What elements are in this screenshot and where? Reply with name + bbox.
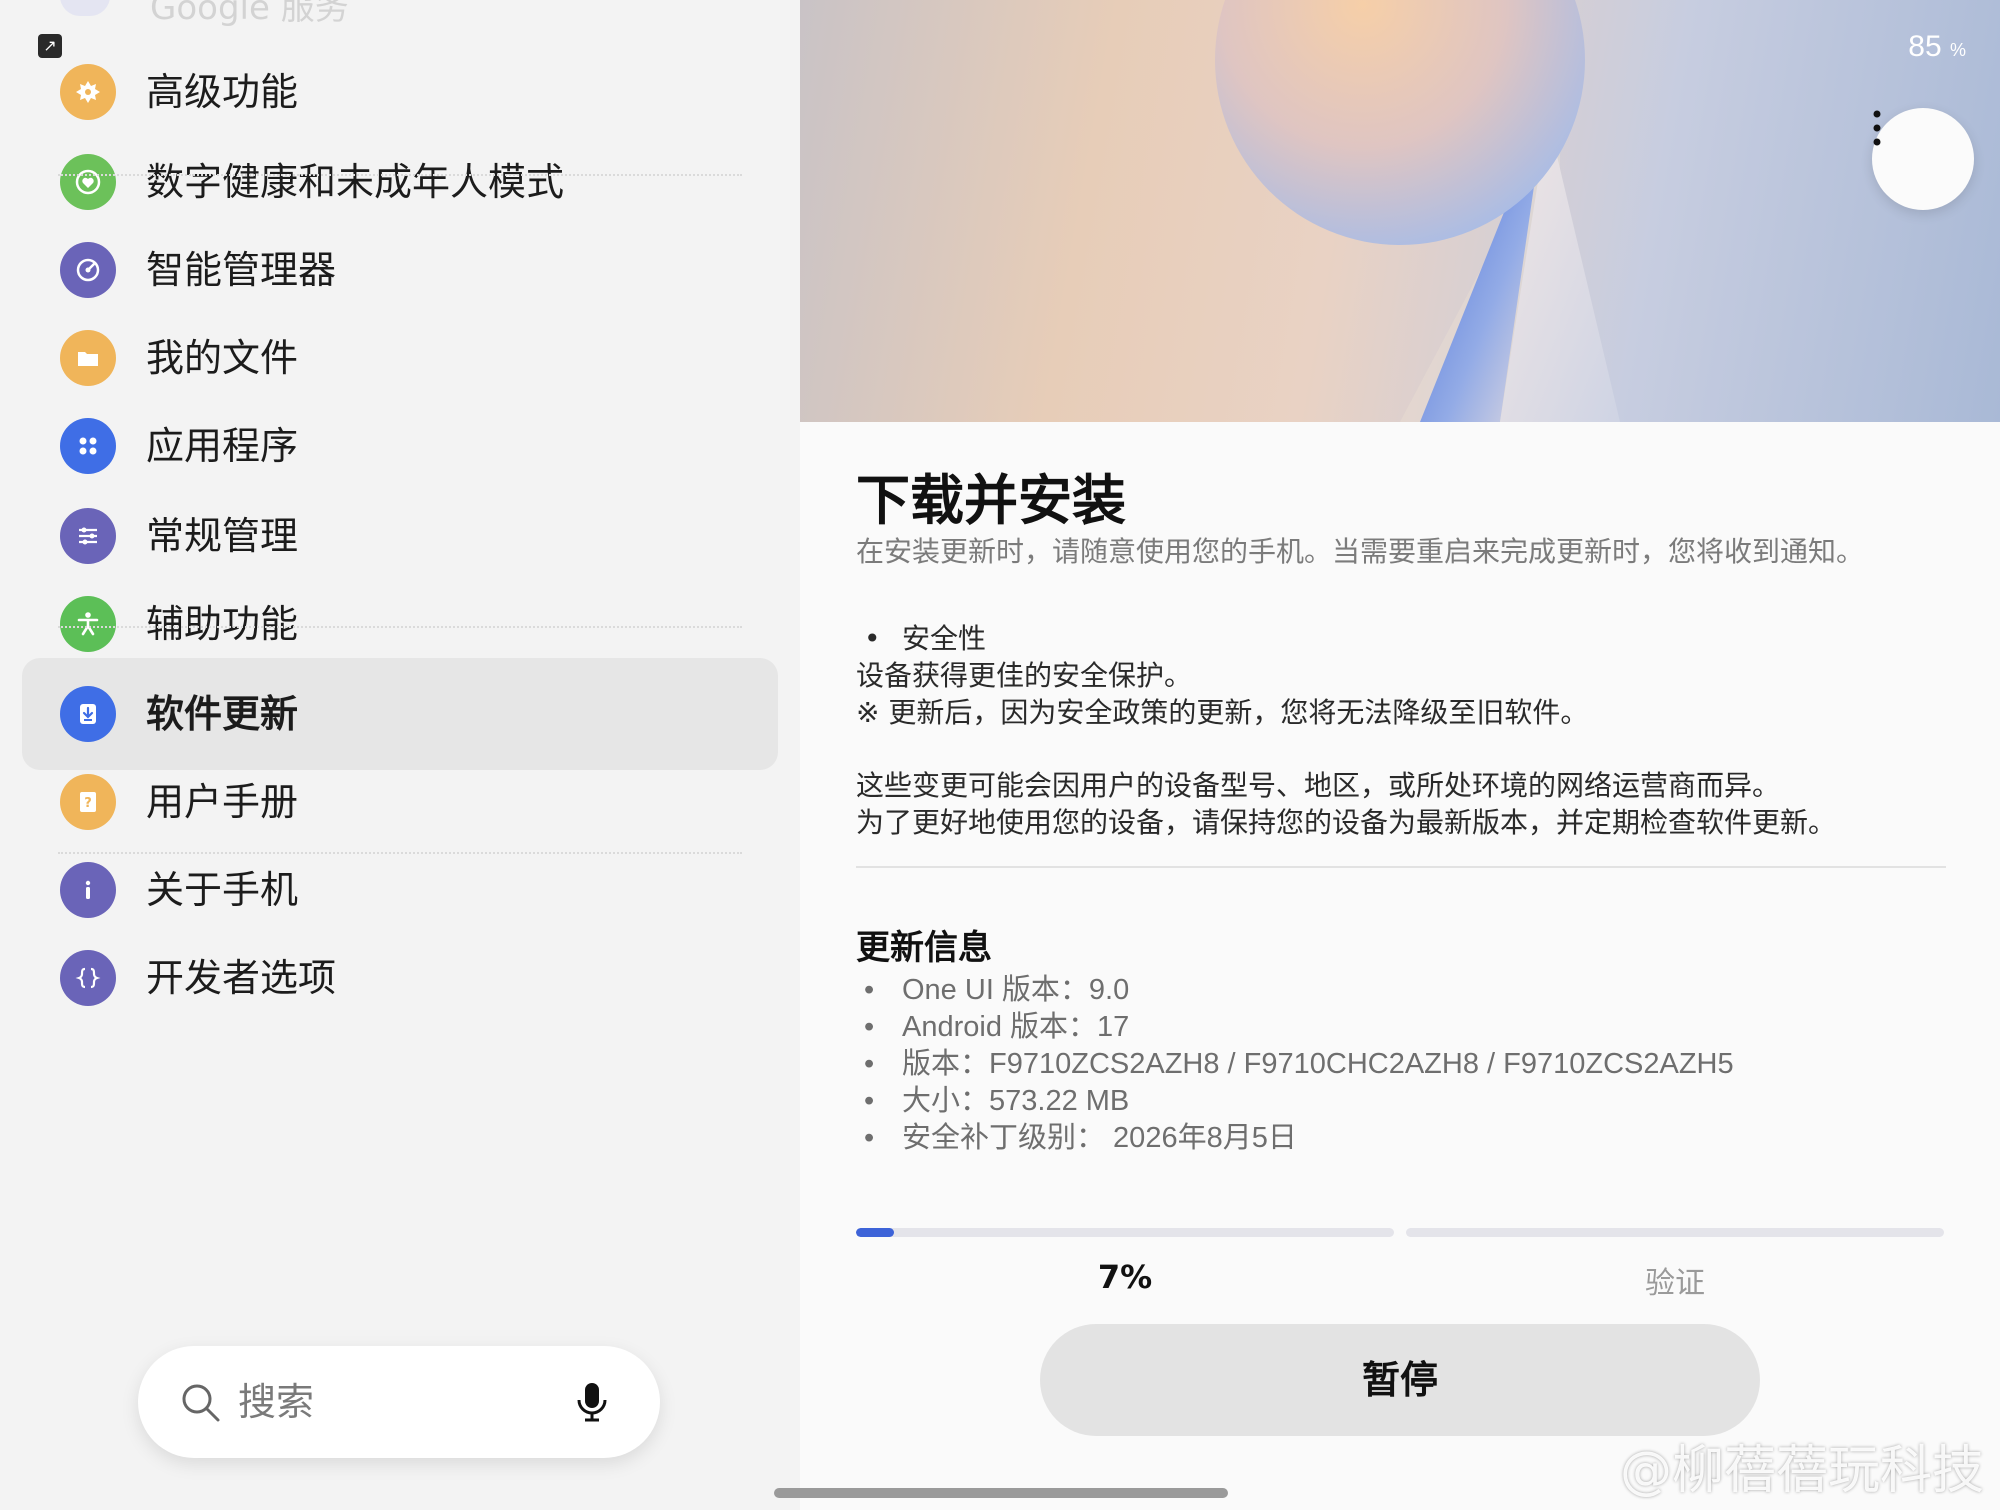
general-management-icon — [60, 508, 116, 564]
release-notes: 安全性 设备获得更佳的安全保护。 ※ 更新后，因为安全政策的更新，您将无法降级至… — [856, 620, 1836, 841]
battery-indicator: 85 % — [1908, 30, 1966, 64]
release-note-line: 为了更好地使用您的设备，请保持您的设备为最新版本，并定期检查软件更新。 — [856, 806, 1837, 839]
settings-sidebar: Google 服务 ↗ 高级功能 数字健康和未成年人模式 智能管理器 我的文件 应用程序… — [0, 0, 800, 1510]
microphone-icon[interactable] — [570, 1380, 614, 1424]
release-note-bullet: 安全性 — [856, 620, 1836, 657]
release-note-line: 设备获得更佳的安全保护。 — [856, 659, 1193, 692]
search-bar[interactable]: 搜索 — [138, 1346, 660, 1458]
page-title: 下载并安装 — [856, 469, 1126, 532]
divider — [58, 174, 742, 176]
search-icon — [182, 1384, 220, 1422]
verify-progress-bar — [1406, 1228, 1944, 1237]
download-progress-bar — [856, 1228, 1394, 1237]
battery-unit: % — [1949, 40, 1966, 60]
user-manual-icon: ? — [60, 774, 116, 830]
digital-wellbeing-icon — [60, 154, 116, 210]
google-services-icon — [60, 0, 110, 16]
update-info-item: 安全补丁级别： 2026年8月5日 — [856, 1120, 1734, 1157]
verify-label: 验证 — [1645, 1266, 1705, 1301]
partially-hidden-item[interactable]: Google 服务 — [60, 0, 560, 28]
page-subtitle: 在安装更新时，请随意使用您的手机。当需要重启来完成更新时，您将收到通知。 — [856, 535, 1865, 568]
divider — [58, 852, 742, 854]
release-note-line: 这些变更可能会因用户的设备型号、地区，或所处环境的网络运营商而异。 — [856, 769, 1781, 802]
pause-button[interactable]: 暂停 — [1040, 1324, 1760, 1436]
hero-wallpaper: 85 % — [800, 0, 2000, 422]
update-info-item: 版本：F9710ZCS2AZH8 / F9710CHC2AZH8 / F9710… — [856, 1046, 1734, 1083]
update-info-item: Android 版本：17 — [856, 1009, 1734, 1046]
info-icon — [60, 862, 116, 918]
device-care-icon — [60, 242, 116, 298]
home-indicator[interactable] — [774, 1488, 1228, 1498]
download-progress-label: 7% — [1097, 1258, 1153, 1296]
watermark: @柳蓓蓓玩科技 — [1619, 1441, 1984, 1501]
update-info-item: 大小：573.22 MB — [856, 1083, 1734, 1120]
settings-item[interactable]: 开发者选项 — [22, 922, 778, 1034]
folder-icon — [60, 330, 116, 386]
accessibility-icon — [60, 596, 116, 652]
download-progress-fill — [856, 1228, 894, 1237]
developer-options-icon — [60, 950, 116, 1006]
update-info-item: One UI 版本：9.0 — [856, 972, 1734, 1009]
apps-icon — [60, 418, 116, 474]
hero-graphic — [1215, 0, 1620, 422]
svg-text:?: ? — [84, 796, 92, 811]
settings-item-label: 开发者选项 — [146, 956, 337, 1000]
release-note-line: ※ 更新后，因为安全政策的更新，您将无法降级至旧软件。 — [856, 696, 1589, 729]
update-info-list: One UI 版本：9.0Android 版本：17版本：F9710ZCS2AZ… — [856, 972, 1734, 1157]
more-options-button[interactable] — [1872, 108, 1974, 210]
divider — [856, 866, 1946, 868]
divider — [58, 626, 742, 628]
update-info-title: 更新信息 — [856, 928, 992, 968]
advanced-features-icon — [60, 64, 116, 120]
more-vertical-icon — [1873, 110, 1881, 146]
software-update-panel: 85 % 下载并安装 在安装更新时，请随意使用您的手机。当需要重启来完成更新时，… — [800, 0, 2000, 1510]
software-update-icon — [60, 686, 116, 742]
search-placeholder: 搜索 — [238, 1380, 315, 1424]
partially-hidden-label: Google 服务 — [150, 0, 349, 28]
battery-value: 85 — [1908, 30, 1942, 63]
